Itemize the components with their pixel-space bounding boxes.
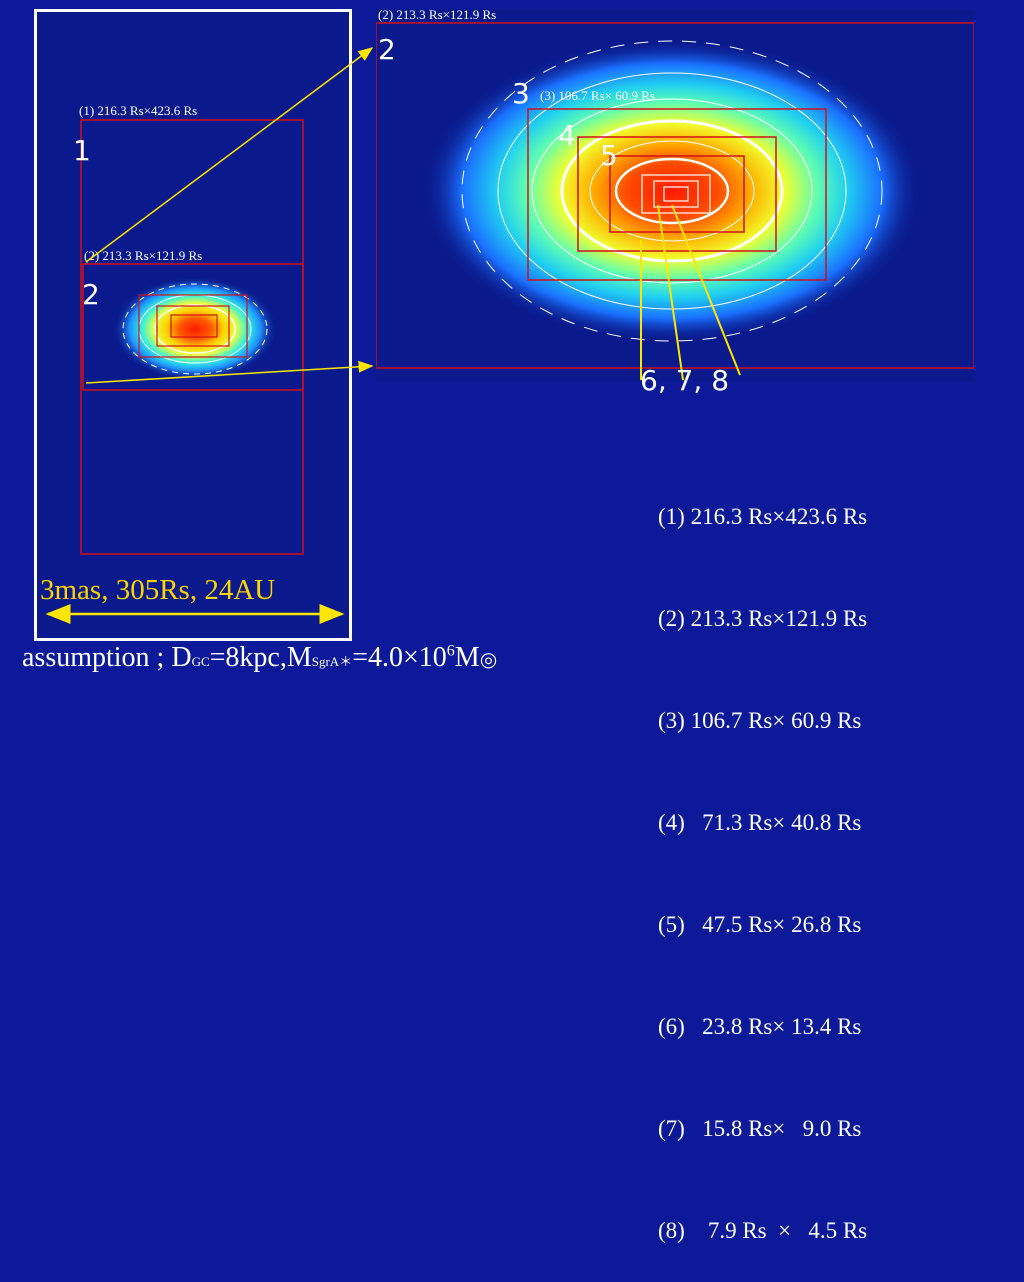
assumption-line: assumption ; DGC=8kpc,MSgrA＊=4.0×106M◎: [22, 642, 497, 674]
size-list-item: (1) 216.3 Rs×423.6 Rs: [658, 504, 868, 529]
mass-unit: M: [454, 642, 480, 673]
assumption-prefix: assumption ; D: [22, 642, 192, 673]
box-size-list: (1) 216.3 Rs×423.6 Rs (2) 213.3 Rs×121.9…: [658, 432, 867, 1282]
size-list-item: (8) 7.9 Rs × 4.5 Rs: [658, 1218, 868, 1243]
scale-bar-label: 3mas, 305Rs, 24AU: [40, 574, 276, 606]
size-list-item: (4) 71.3 Rs× 40.8 Rs: [658, 810, 862, 835]
pointer-8: [671, 204, 741, 376]
sun-symbol: ◎: [479, 649, 498, 671]
assumption-mid: =8kpc,M: [209, 642, 312, 673]
sgra-subscript: SgrA＊: [311, 654, 353, 669]
inner-box-numbers: 6, 7, 8: [640, 364, 730, 397]
arrow-top: [85, 47, 374, 263]
arrow-bottom: [85, 360, 374, 384]
mass-exponent: 6: [446, 642, 455, 660]
pointer-7: [657, 204, 684, 381]
mass-value: =4.0×10: [352, 642, 447, 673]
size-list-item: (3) 106.7 Rs× 60.9 Rs: [658, 708, 862, 733]
gc-subscript: GC: [191, 654, 210, 669]
size-list-item: (7) 15.8 Rs× 9.0 Rs: [658, 1116, 862, 1141]
size-list-item: (2) 213.3 Rs×121.9 Rs: [658, 606, 868, 631]
size-list-item: (5) 47.5 Rs× 26.8 Rs: [658, 912, 862, 937]
size-list-item: (6) 23.8 Rs× 13.4 Rs: [658, 1014, 862, 1039]
